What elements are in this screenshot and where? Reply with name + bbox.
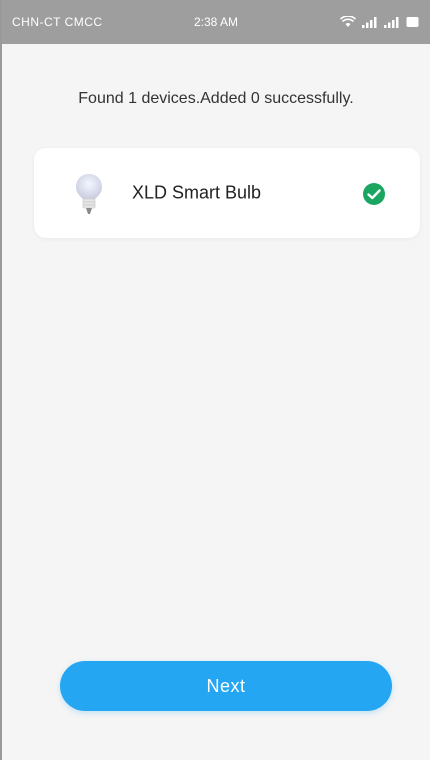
signal-icon <box>384 17 399 28</box>
signal-icon <box>362 17 377 28</box>
bulb-icon <box>76 174 102 214</box>
next-button[interactable]: Next <box>60 661 392 711</box>
found-devices-message: Found 1 devices.Added 0 successfully. <box>78 90 354 107</box>
check-circle-icon <box>363 183 385 205</box>
status-bar: CHN-CT CMCC 2:38 AM <box>2 0 430 44</box>
device-card[interactable]: XLD Smart Bulb <box>34 148 420 238</box>
wifi-icon <box>340 16 356 27</box>
status-icons <box>340 16 420 28</box>
battery-icon <box>406 17 419 27</box>
device-name: XLD Smart Bulb <box>132 182 262 203</box>
device-found-screen: CHN-CT CMCC 2:38 AM Found 1 devices.Adde… <box>0 0 430 760</box>
carrier-label: CHN-CT CMCC <box>12 15 103 29</box>
